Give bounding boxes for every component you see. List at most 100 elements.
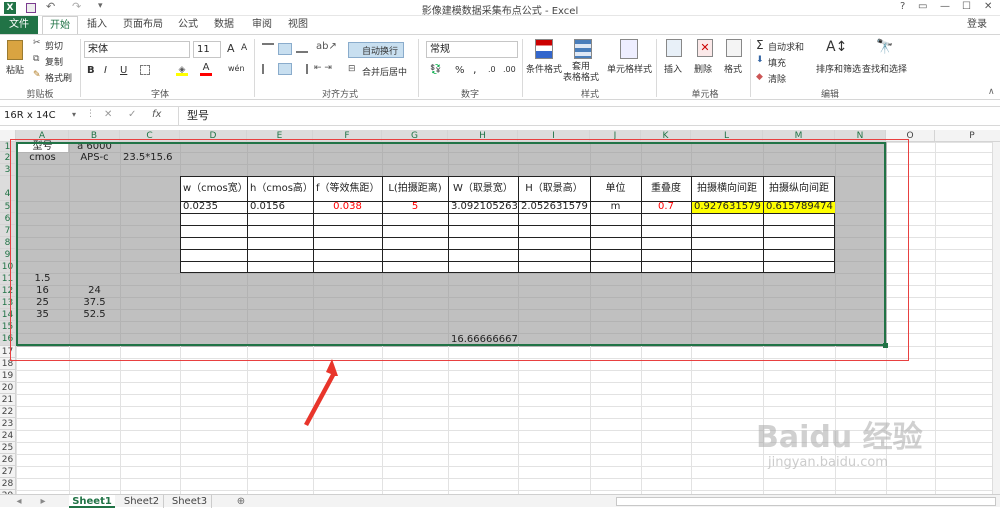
cut-button[interactable]: 剪切 [45,39,63,52]
maximize-button[interactable]: ☐ [962,1,971,12]
align-middle-icon[interactable] [278,43,292,55]
delete-cells-icon[interactable]: ✕ [697,39,713,57]
horizontal-scrollbar[interactable] [616,497,996,506]
align-center-icon[interactable] [278,63,292,75]
clear-button[interactable]: 清除 [768,72,786,85]
format-painter-button[interactable]: 格式刷 [45,71,72,84]
name-box-dropdown-icon[interactable]: ▾ [72,110,76,119]
save-icon[interactable] [26,3,36,13]
sheet-tab-sheet3[interactable]: Sheet3 [168,495,212,508]
format-cells-icon[interactable] [726,39,742,57]
cell-styles-icon[interactable] [620,39,638,59]
align-top-icon[interactable] [262,43,274,53]
undo-icon[interactable]: ↶ [46,0,55,13]
copy-button[interactable]: 复制 [45,55,63,68]
tab-home[interactable]: 开始 [42,16,78,34]
row-header[interactable]: 21 [0,394,16,406]
border-icon[interactable] [140,65,150,75]
phonetic-button[interactable]: wén [228,64,245,73]
clear-icon[interactable]: ◆ [756,72,763,82]
help-button[interactable]: ? [900,1,905,12]
currency-icon[interactable]: 💱 [430,65,441,75]
grow-font-button[interactable]: A [227,42,235,55]
cancel-entry-icon[interactable]: ✕ [104,109,112,120]
format-as-table-button[interactable]: 套用 表格格式 [563,62,599,84]
vertical-scrollbar[interactable] [992,142,1000,494]
row-header[interactable]: 19 [0,370,16,382]
fill-icon[interactable]: ⬇ [756,55,764,65]
worksheet-grid[interactable]: A B C D E F G H I J K L M N O P 1 2 3 4 5 6 7 8 9 10 11 12 13 14 15 16 1… [0,130,1000,494]
increase-decimal-button[interactable]: .0 [488,65,496,74]
format-cells-button[interactable]: 格式 [724,62,742,75]
tab-review[interactable]: 审阅 [248,16,276,34]
paste-button[interactable]: 粘贴 [6,63,24,76]
fill-handle[interactable] [883,343,888,348]
quick-access-dropdown-icon[interactable]: ▾ [98,1,103,11]
paste-icon[interactable] [7,40,23,60]
wrap-text-label[interactable]: 自动换行 [362,44,398,57]
row-header[interactable]: 22 [0,406,16,418]
close-button[interactable]: ✕ [984,1,992,12]
tab-scroll-right-icon[interactable]: ▸ [38,495,48,508]
sheet-tab-sheet2[interactable]: Sheet2 [120,495,164,508]
align-bottom-icon[interactable] [296,43,308,53]
indent-icon[interactable]: ⇤ ⇥ [314,63,332,73]
row-header[interactable]: 23 [0,418,16,430]
tab-page-layout[interactable]: 页面布局 [116,16,170,34]
align-left-icon[interactable] [262,64,274,74]
format-as-table-icon[interactable] [574,39,592,59]
minimize-button[interactable]: — [940,1,950,12]
formula-input[interactable]: 型号 [178,107,998,125]
conditional-format-icon[interactable] [535,39,553,59]
add-sheet-icon[interactable]: ⊕ [234,495,248,508]
number-format-select[interactable]: 常规 [426,41,518,58]
row-header[interactable]: 24 [0,430,16,442]
shrink-font-button[interactable]: A [241,43,247,53]
cell-styles-button[interactable]: 单元格样式 [607,62,652,75]
row-header[interactable]: 25 [0,442,16,454]
row-header[interactable]: 28 [0,478,16,490]
sheet-tab-sheet1[interactable]: Sheet1 [69,495,115,508]
insert-cells-button[interactable]: 插入 [664,62,682,75]
comma-button[interactable]: , [473,63,477,76]
login-link[interactable]: 登录 [962,16,992,34]
fill-button[interactable]: 填充 [768,56,786,69]
row-header[interactable]: 27 [0,466,16,478]
font-size-select[interactable]: 11 [193,41,221,58]
conditional-format-button[interactable]: 条件格式 [526,62,562,75]
tab-data[interactable]: 数据 [210,16,238,34]
find-select-button[interactable]: 查找和选择 [862,62,907,75]
insert-function-button[interactable]: fx [152,109,161,120]
fill-color-icon[interactable]: ◈ [176,65,188,76]
tab-formulas[interactable]: 公式 [174,16,202,34]
tab-file[interactable]: 文件 [0,16,38,34]
align-right-icon[interactable] [296,64,308,74]
column-header[interactable]: P [935,130,1000,142]
collapse-ribbon-icon[interactable]: ∧ [988,87,995,97]
insert-cells-icon[interactable] [666,39,682,57]
italic-button[interactable]: I [104,65,107,76]
copy-icon[interactable]: ⧉ [33,54,39,64]
merge-center-button[interactable]: 合并后居中 [362,65,407,78]
cut-icon[interactable]: ✂ [33,38,41,48]
underline-button[interactable]: U [120,65,127,76]
autosum-button[interactable]: 自动求和 [768,40,804,53]
name-box[interactable]: 16R x 14C [2,109,74,124]
font-color-icon[interactable]: A [200,62,212,76]
confirm-entry-icon[interactable]: ✓ [128,109,136,120]
decrease-decimal-button[interactable]: .00 [503,65,516,74]
sort-filter-icon[interactable]: A↕ [826,39,847,55]
orientation-icon[interactable]: ab↗ [316,41,337,52]
merge-center-icon[interactable]: ⊟ [348,64,356,74]
delete-cells-button[interactable]: 删除 [694,62,712,75]
redo-icon[interactable]: ↷ [72,0,81,13]
font-name-select[interactable]: 宋体 [84,41,190,58]
find-select-icon[interactable]: 🔭 [876,39,893,55]
ribbon-display-button[interactable]: ▭ [918,1,927,12]
autosum-icon[interactable]: Σ [756,38,764,52]
row-header[interactable]: 20 [0,382,16,394]
tab-insert[interactable]: 插入 [82,16,112,34]
bold-button[interactable]: B [87,65,95,76]
percent-button[interactable]: % [455,65,465,76]
sort-filter-button[interactable]: 排序和筛选 [816,62,861,75]
